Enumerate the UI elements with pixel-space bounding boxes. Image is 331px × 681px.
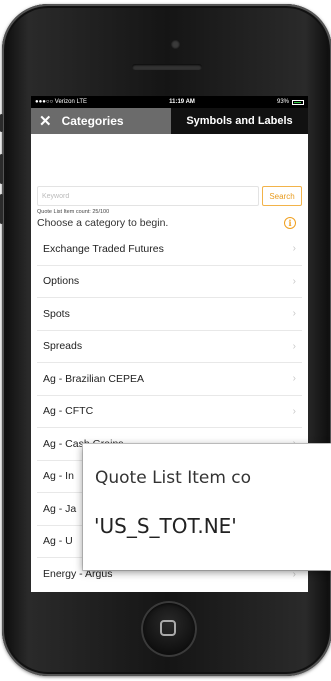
list-item-label: Exchange Traded Futures: [43, 242, 164, 255]
chevron-right-icon: ›: [292, 308, 296, 320]
carrier-label: ●●●○○ Verizon LTE: [35, 99, 88, 105]
chevron-right-icon: ›: [292, 243, 296, 255]
list-item-label: Ag - U: [43, 535, 73, 548]
close-icon[interactable]: ✕: [39, 114, 52, 129]
list-item-label: Ag - Ja: [43, 502, 77, 515]
list-item[interactable]: Ag - CFTC ›: [37, 396, 302, 428]
chevron-right-icon: ›: [292, 275, 296, 287]
list-item-label: Energy - Argus: [43, 568, 113, 581]
list-item[interactable]: Ag - Brazilian CEPEA ›: [37, 363, 302, 396]
chevron-right-icon: ›: [292, 373, 296, 385]
prompt-row: Choose a category to begin. i: [37, 217, 302, 229]
list-item[interactable]: Spreads ›: [37, 331, 302, 363]
volume-up-button: [0, 154, 3, 184]
list-item-label: Ag - CFTC: [43, 405, 94, 418]
search-button[interactable]: Search: [262, 186, 302, 206]
list-item-label: Ag - In: [43, 470, 74, 483]
battery-percent: 93%: [276, 99, 289, 105]
earpiece-speaker: [132, 64, 202, 70]
categories-header: ✕ Categories: [31, 108, 171, 134]
keyword-input[interactable]: [37, 186, 259, 206]
home-button[interactable]: [141, 601, 197, 657]
list-item-label: Spreads: [43, 340, 83, 353]
tab-symbols-and-labels[interactable]: Symbols and Labels: [171, 108, 308, 134]
nav-title: Categories: [61, 114, 124, 128]
quote-list-count: Quote List Item count: 25/100: [37, 209, 110, 215]
list-item-label: Ag - Brazilian CEPEA: [43, 372, 144, 385]
category-prompt: Choose a category to begin.: [37, 217, 169, 229]
info-icon[interactable]: i: [284, 217, 296, 229]
list-item[interactable]: Exchange Traded Futures ›: [37, 233, 302, 266]
volume-down-button: [0, 194, 3, 224]
front-camera: [171, 40, 180, 49]
list-item-label: Spots: [43, 307, 70, 320]
list-item-label: Options: [43, 275, 80, 288]
phone-frame: ●●●○○ Verizon LTE 11:19 AM 93% ✕ Categor…: [0, 4, 331, 676]
mute-switch: [0, 114, 3, 132]
status-time: 11:19 AM: [169, 99, 195, 105]
search-row: Search: [37, 186, 302, 206]
chevron-right-icon: ›: [292, 340, 296, 352]
tooltip-line-2: 'US_S_TOT.NE': [94, 514, 237, 538]
zoom-tooltip-callout: Quote List Item co 'US_S_TOT.NE': [83, 444, 331, 570]
list-item[interactable]: Spots ›: [37, 298, 302, 331]
status-right: 93%: [277, 99, 304, 105]
battery-icon: [292, 99, 304, 105]
chevron-right-icon: ›: [292, 568, 296, 580]
tooltip-line-1: Quote List Item co: [95, 468, 252, 488]
chevron-right-icon: ›: [292, 405, 296, 417]
nav-bar: ✕ Categories Symbols and Labels: [31, 108, 308, 134]
home-square-icon: [160, 620, 176, 636]
list-item[interactable]: Options ›: [37, 266, 302, 298]
status-bar: ●●●○○ Verizon LTE 11:19 AM 93%: [31, 96, 308, 108]
